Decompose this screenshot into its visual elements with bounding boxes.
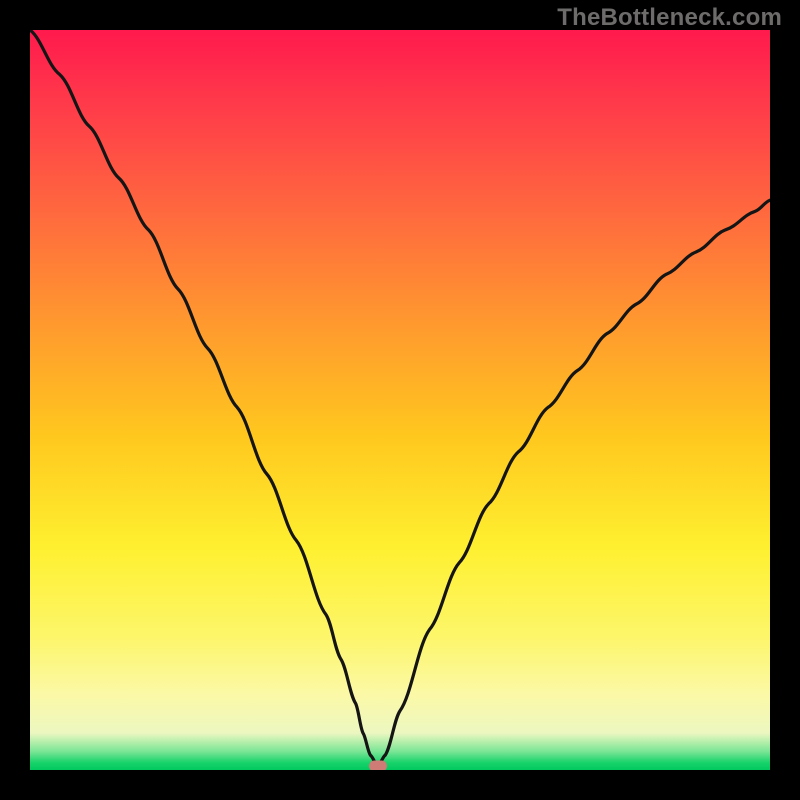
minimum-marker: [369, 761, 387, 770]
bottleneck-curve: [30, 30, 770, 770]
plot-area: [30, 30, 770, 770]
watermark-text: TheBottleneck.com: [557, 4, 782, 32]
curve-path: [30, 30, 770, 766]
outer-frame: TheBottleneck.com: [0, 0, 800, 800]
